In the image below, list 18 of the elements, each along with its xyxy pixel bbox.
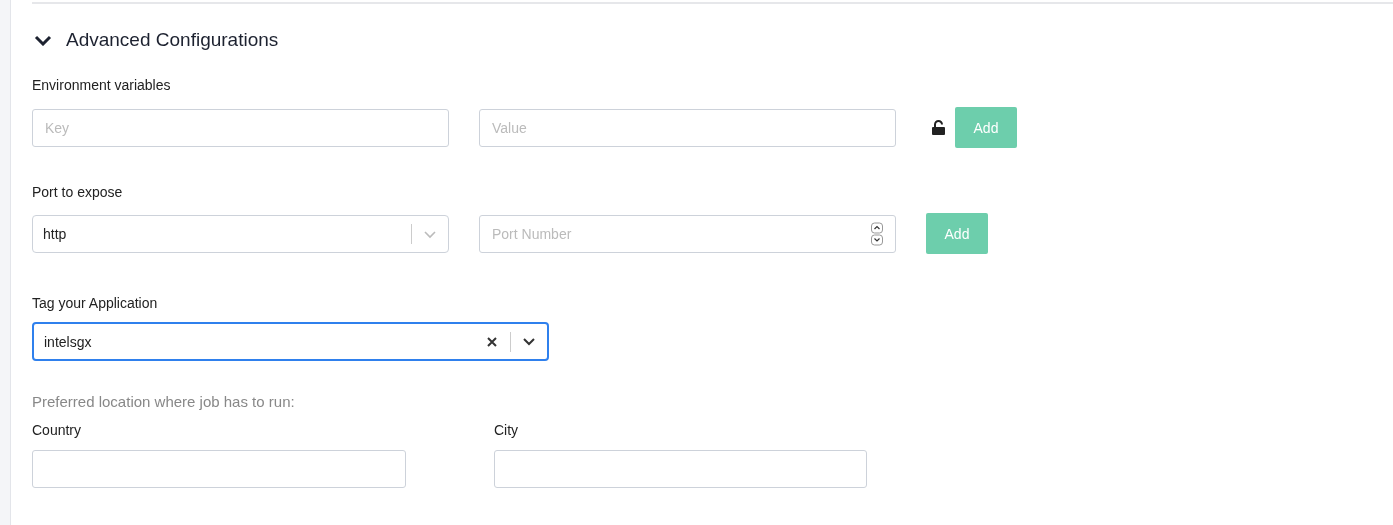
text-field[interactable] [494,450,867,488]
field-label: Tag your Application [32,295,159,311]
value-field[interactable]: Value [479,108,896,147]
key-field[interactable]: Key [32,108,449,147]
unlock-icon[interactable] [931,120,946,135]
chevron-icon[interactable] [34,34,52,46]
field-label: Environment variables [32,77,172,93]
field-label: Port to expose [32,184,124,200]
protocol-select[interactable]: http [32,214,449,253]
field-label: Country [32,422,83,438]
port-number-field[interactable]: Port Number [479,214,896,253]
clear-icon[interactable] [486,335,498,348]
spinner-icon[interactable] [871,221,883,246]
field-label: City [494,422,520,438]
section-title: Advanced Configurations [66,29,279,51]
tag-select[interactable]: intelsgx [32,322,549,361]
section-heading: Preferred location where job has to run: [32,393,296,410]
text-field[interactable] [32,450,406,488]
